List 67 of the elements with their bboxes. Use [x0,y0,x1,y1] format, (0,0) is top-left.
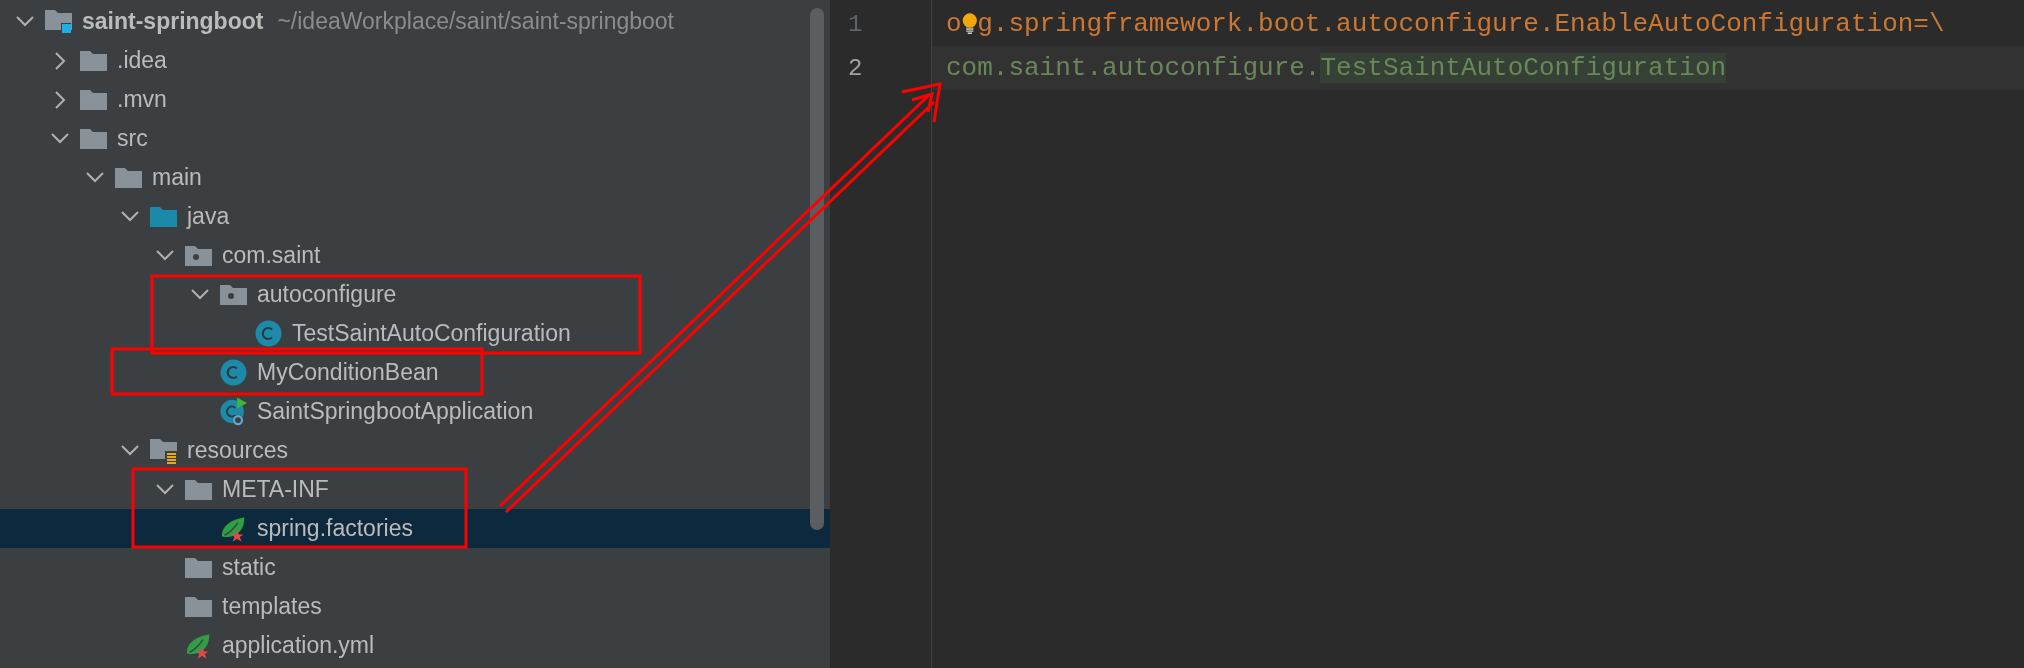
file-name: static [222,554,276,581]
folder-icon [185,556,212,579]
file-name: src [117,125,148,152]
chevron-down-icon[interactable] [156,250,174,261]
file-name: META-INF [222,476,329,503]
file-name: TestSaintAutoConfiguration [292,320,571,347]
property-value: com.saint.autoconfigure. [946,53,1321,83]
tree-row[interactable]: SaintSpringbootApplication [0,392,830,431]
tree-row[interactable]: saint-springboot ~/ideaWorkplace/saint/saint-springboot [0,2,830,41]
folder-icon [115,166,142,189]
tree-row[interactable]: com.saint [0,236,830,275]
folder-icon [80,127,107,150]
chevron-down-icon[interactable] [191,289,209,300]
folder-icon [150,205,177,228]
scrollbar-thumb[interactable] [810,8,824,530]
chevron-down-icon[interactable] [121,445,139,456]
file-name: SaintSpringbootApplication [257,398,534,425]
package-folder-icon [220,283,247,306]
tree-row[interactable]: java [0,197,830,236]
folder-icon [185,595,212,618]
tree-row[interactable]: templates [0,587,830,626]
property-key: o [946,9,962,39]
file-name: .mvn [117,86,167,113]
chevron-down-icon[interactable] [121,211,139,222]
file-name: application.yml [222,632,375,659]
file-name: MyConditionBean [257,359,439,386]
folder-icon [80,88,107,111]
line-number: 1 [847,9,864,40]
tree-row[interactable]: TestSaintAutoConfiguration [0,314,830,353]
property-value: TestSaintAutoConfiguration [1320,53,1727,83]
chevron-right-icon[interactable] [54,90,66,109]
chevron-down-icon[interactable] [86,172,104,183]
file-name: main [152,164,202,191]
line-number: 2 [847,53,864,84]
package-folder-icon [185,244,212,267]
folder-icon [185,478,212,501]
chevron-down-icon[interactable] [156,484,174,495]
file-name: autoconfigure [257,281,397,308]
class-icon [255,320,282,347]
tree-row[interactable]: main [0,158,830,197]
tree-row[interactable]: .idea [0,41,830,80]
tree-row[interactable]: src [0,119,830,158]
chevron-down-icon[interactable] [16,16,34,27]
project-name: saint-springboot [82,8,264,35]
file-name: templates [222,593,322,620]
file-name: .idea [117,47,167,74]
tree-row[interactable]: application.yml [0,626,830,665]
folder-icon [80,49,107,72]
class-icon [220,359,247,386]
chevron-right-icon[interactable] [54,51,66,70]
file-name: com.saint [222,242,321,269]
property-key: g.springframework.boot.autoconfigure.EnableAutoConfiguration=\ [977,9,1945,39]
module-folder-icon [45,8,72,35]
spring-boot-class-icon [220,395,247,428]
tree-row[interactable]: static [0,548,830,587]
file-name: resources [187,437,288,464]
tree-row[interactable]: META-INF [0,470,830,509]
project-path: ~/ideaWorkplace/saint/saint-springboot [277,8,674,35]
chevron-down-icon[interactable] [51,133,69,144]
tree-row[interactable]: .mvn [0,80,830,119]
file-name: java [187,203,230,230]
file-name: spring.factories [257,515,413,542]
resources-folder-icon [150,437,177,464]
tree-row[interactable]: resources [0,431,830,470]
tree-row[interactable]: spring.factories [0,509,830,548]
tree-row[interactable]: MyConditionBean [0,353,830,392]
tree-row[interactable]: autoconfigure [0,275,830,314]
